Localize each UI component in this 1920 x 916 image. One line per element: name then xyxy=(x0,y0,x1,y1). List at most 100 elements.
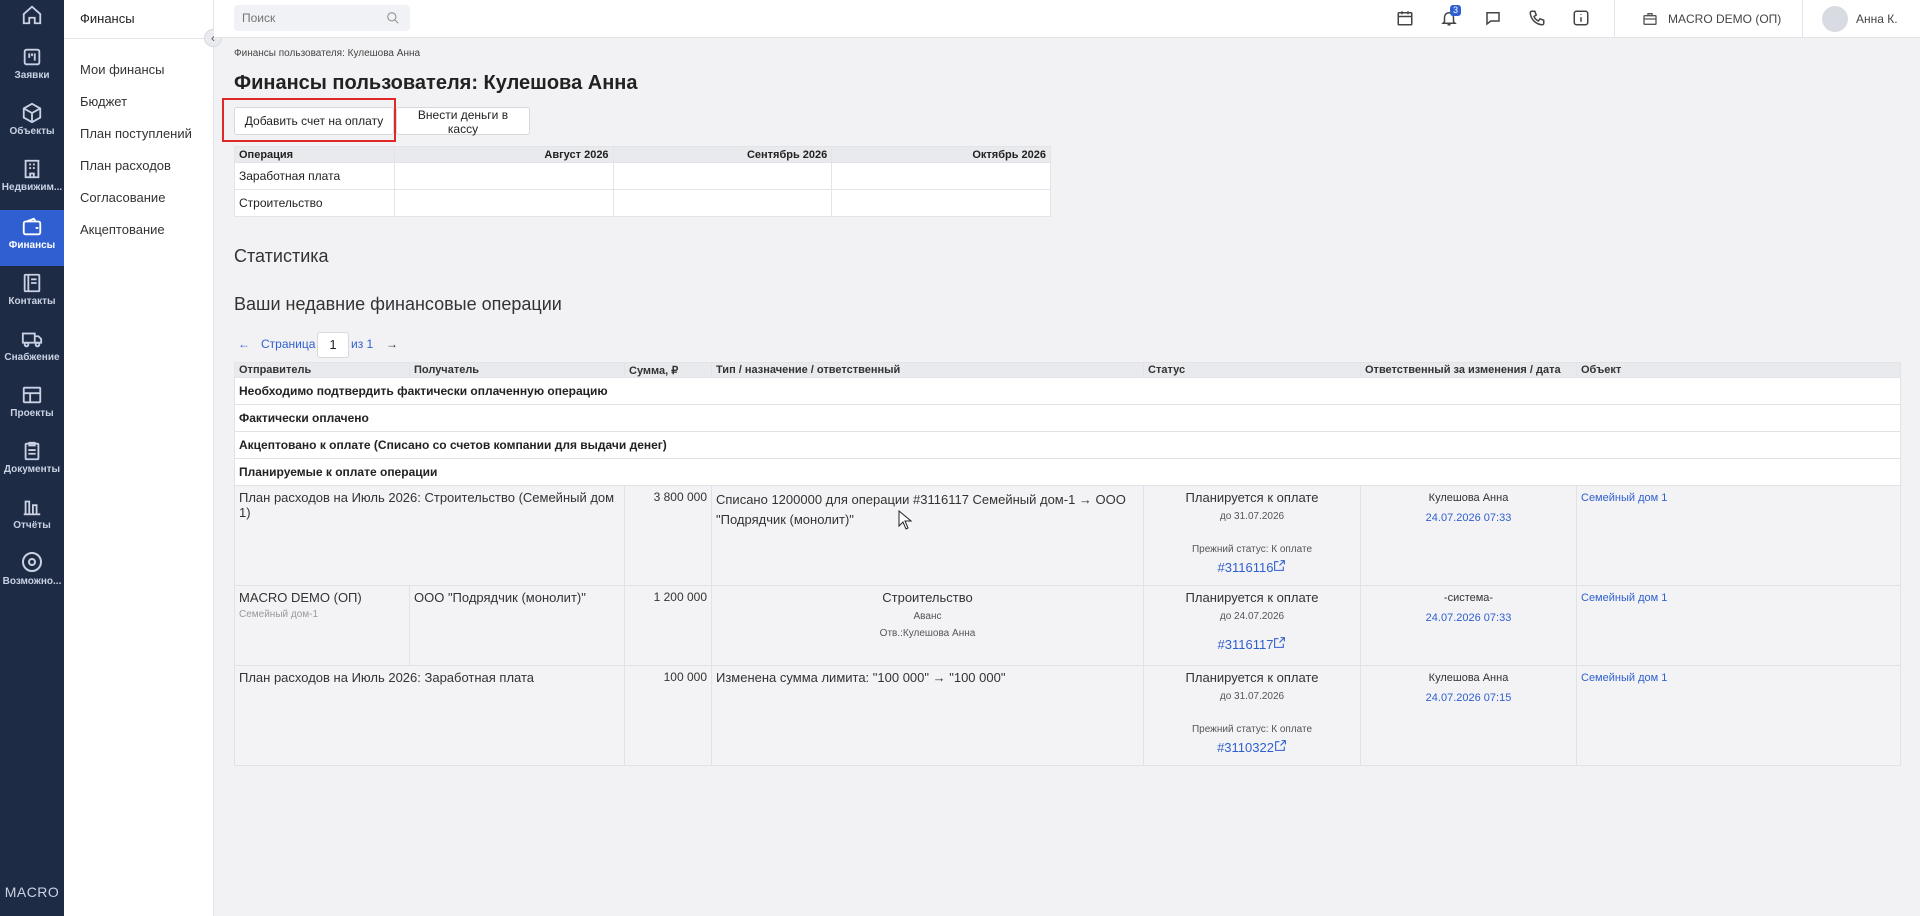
row-purpose: Аванс xyxy=(913,611,942,622)
page-total: из 1 xyxy=(351,337,374,351)
operation-link[interactable]: #3116116 xyxy=(1218,560,1274,575)
row-op-link[interactable]: #3116117 xyxy=(1148,636,1356,652)
budget-row-label: Заработная плата xyxy=(234,162,395,190)
row-status: Планируется к оплате xyxy=(1185,490,1319,505)
row-responsible-cell: Кулешова Анна 24.07.2026 07:15 xyxy=(1360,665,1577,766)
row-type-cell: Строительство Аванс Отв.:Кулешова Анна xyxy=(711,585,1144,666)
sidebar-item-my-finance[interactable]: Мои финансы xyxy=(80,62,164,77)
nav-requests[interactable]: Заявки xyxy=(0,46,64,102)
row-op-link[interactable]: #3110322 xyxy=(1148,739,1356,755)
operations-header-row: Отправитель Получатель Сумма, ₽ Тип / на… xyxy=(234,362,1901,378)
row-object[interactable]: Семейный дом 1 xyxy=(1581,492,1896,504)
nav-objects-label: Объекты xyxy=(9,126,55,137)
budget-cell[interactable] xyxy=(612,189,833,217)
row-object-cell: Семейный дом 1 xyxy=(1576,485,1901,586)
row-object[interactable]: Семейный дом 1 xyxy=(1581,592,1896,604)
group-label: Необходимо подтвердить фактически оплаче… xyxy=(234,377,1901,405)
row-due-date: до 24.07.2026 xyxy=(1219,611,1285,622)
sidebar-item-budget[interactable]: Бюджет xyxy=(80,94,127,109)
nav-objects[interactable]: Объекты xyxy=(0,102,64,158)
prev-page-button[interactable]: ← xyxy=(238,337,250,351)
budget-cell[interactable] xyxy=(831,189,1051,217)
projects-icon xyxy=(22,386,42,404)
brand-logo: MACRO xyxy=(4,884,60,900)
truck-icon xyxy=(21,332,43,348)
header-type: Тип / назначение / ответственный xyxy=(711,362,1144,378)
row-responsible-cell: Кулешова Анна 24.07.2026 07:33 xyxy=(1360,485,1577,586)
row-due-date: до 31.07.2026 xyxy=(1219,511,1285,522)
topbar-divider-2 xyxy=(1802,0,1803,38)
budget-row-label: Строительство xyxy=(234,189,395,217)
breadcrumb[interactable]: Финансы пользователя: Кулешова Анна xyxy=(234,48,420,59)
clipboard-icon xyxy=(24,441,40,461)
budget-cell[interactable] xyxy=(393,189,614,217)
nav-supply[interactable]: Снабжение xyxy=(0,328,64,384)
operation-link[interactable]: #3110322 xyxy=(1217,740,1274,755)
nav-realty[interactable]: Недвижим... xyxy=(0,158,64,214)
budget-cell[interactable] xyxy=(831,162,1051,190)
row-description: Списано 1200000 для операции #3116117 Се… xyxy=(711,485,1144,586)
info-icon[interactable] xyxy=(1572,9,1590,27)
external-link-icon[interactable] xyxy=(1274,739,1287,752)
nav-contacts-label: Контакты xyxy=(8,296,56,307)
budget-header-operation: Операция xyxy=(234,146,395,163)
external-link-icon[interactable] xyxy=(1273,559,1286,572)
phone-icon[interactable] xyxy=(1528,9,1546,27)
company-selector[interactable]: MACRO DEMO (ОП) xyxy=(1668,12,1781,26)
table-row[interactable]: MACRO DEMO (ОП) Семейный дом-1 ООО "Подр… xyxy=(234,585,1901,666)
notifications-button[interactable]: 3 xyxy=(1440,5,1462,29)
header-amount: Сумма, ₽ xyxy=(624,362,712,378)
requests-icon xyxy=(23,48,41,66)
row-status-cell: Планируется к оплате до 31.07.2026 Прежн… xyxy=(1143,665,1361,766)
deposit-cash-button[interactable]: Внести деньги в кассу xyxy=(396,107,530,136)
operations-table: Отправитель Получатель Сумма, ₽ Тип / на… xyxy=(234,362,1901,766)
row-date[interactable]: 24.07.2026 07:33 xyxy=(1365,512,1572,524)
budget-table: Операция Август 2026 Сентябрь 2026 Октяб… xyxy=(234,146,1051,217)
table-row[interactable]: План расходов на Июль 2026: Заработная п… xyxy=(234,665,1901,766)
row-amount[interactable]: 100 000 xyxy=(624,665,712,766)
external-link-icon[interactable] xyxy=(1273,636,1286,649)
user-menu[interactable]: Анна К. xyxy=(1856,12,1898,26)
search-input[interactable] xyxy=(234,5,410,31)
budget-cell[interactable] xyxy=(393,162,614,190)
nav-contacts[interactable]: Контакты xyxy=(0,272,64,328)
nav-documents[interactable]: Документы xyxy=(0,440,64,496)
sidebar-item-income-plan[interactable]: План поступлений xyxy=(80,126,192,141)
statistics-heading: Статистика xyxy=(234,246,329,266)
nav-reports[interactable]: Отчёты xyxy=(0,496,64,552)
nav-projects[interactable]: Проекты xyxy=(0,384,64,440)
table-row[interactable]: План расходов на Июль 2026: Строительств… xyxy=(234,485,1901,586)
header-status: Статус xyxy=(1143,362,1361,378)
sidebar-item-expense-plan[interactable]: План расходов xyxy=(80,158,171,173)
nav-supply-label: Снабжение xyxy=(4,352,60,363)
row-date[interactable]: 24.07.2026 07:33 xyxy=(1365,612,1572,624)
avatar[interactable] xyxy=(1822,6,1848,32)
sidebar-item-acceptance[interactable]: Акцептование xyxy=(80,222,165,237)
nav-finance[interactable]: Финансы xyxy=(0,210,64,266)
add-invoice-button[interactable]: Добавить счет на оплату xyxy=(234,107,394,135)
row-date[interactable]: 24.07.2026 07:15 xyxy=(1365,692,1572,704)
nav-features[interactable]: Возможно... xyxy=(0,550,64,606)
sidebar-divider xyxy=(64,38,214,39)
row-op-link[interactable]: #3116116 xyxy=(1148,559,1356,575)
row-responsible: Кулешова Анна xyxy=(1428,492,1509,504)
nav-realty-label: Недвижим... xyxy=(1,182,63,193)
reports-icon xyxy=(23,500,41,516)
chat-icon[interactable] xyxy=(1484,9,1502,27)
finance-sidebar: Финансы Мои финансы Бюджет План поступле… xyxy=(64,0,214,916)
calendar-icon[interactable] xyxy=(1396,9,1414,27)
row-type: Строительство xyxy=(882,590,973,605)
nav-requests-label: Заявки xyxy=(14,70,50,81)
row-responsible-cell: -система- 24.07.2026 07:33 xyxy=(1360,585,1577,666)
search-icon[interactable] xyxy=(386,11,400,25)
row-amount[interactable]: 1 200 000 xyxy=(624,585,712,666)
row-amount[interactable]: 3 800 000 xyxy=(624,485,712,586)
budget-cell[interactable] xyxy=(612,162,833,190)
sidebar-item-approval[interactable]: Согласование xyxy=(80,190,165,205)
row-object[interactable]: Семейный дом 1 xyxy=(1581,672,1896,684)
next-page-button[interactable]: → xyxy=(386,337,398,351)
gear-icon xyxy=(22,552,42,572)
page-number-input[interactable]: 1 xyxy=(317,332,349,358)
operation-link[interactable]: #3116117 xyxy=(1218,637,1274,652)
contacts-icon xyxy=(23,273,41,293)
